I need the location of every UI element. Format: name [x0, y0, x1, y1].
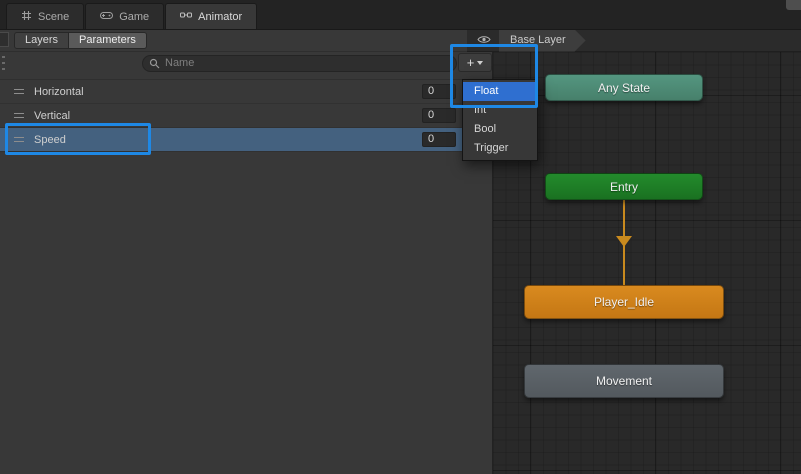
parameter-search [142, 55, 457, 72]
parameter-name: Speed [34, 134, 66, 146]
parameters-toggle-button[interactable]: Parameters [69, 32, 147, 49]
transition-arrowhead-icon [616, 236, 632, 247]
node-player-idle[interactable]: Player_Idle [524, 285, 724, 319]
tab-game-label: Game [119, 11, 149, 23]
parameters-panel: + Horizontal 0 Vertical 0 Speed 0 [0, 52, 493, 474]
node-movement[interactable]: Movement [524, 364, 724, 398]
tab-game[interactable]: Game [85, 3, 164, 29]
parameter-value-field[interactable]: 0 [422, 108, 456, 123]
parameter-name: Horizontal [34, 86, 84, 98]
parameter-list: Horizontal 0 Vertical 0 Speed 0 [0, 79, 493, 152]
node-entry[interactable]: Entry [545, 173, 703, 200]
menu-item-bool[interactable]: Bool [463, 120, 537, 139]
parameter-name: Vertical [34, 110, 70, 122]
drag-handle-icon[interactable] [14, 113, 24, 118]
parameter-row-horizontal[interactable]: Horizontal 0 [0, 80, 493, 104]
state-machine-canvas[interactable]: Any State Entry Player_Idle Movement [493, 52, 801, 474]
parameter-row-speed[interactable]: Speed 0 [0, 128, 493, 152]
eye-icon [477, 35, 491, 47]
window-corner-button[interactable] [786, 0, 801, 10]
dropdown-arrow-icon [477, 61, 483, 65]
node-any-state[interactable]: Any State [545, 74, 703, 101]
drag-handle-icon[interactable] [14, 137, 24, 142]
animator-statemachine-icon [180, 10, 192, 23]
tab-animator-label: Animator [198, 11, 242, 23]
scene-grid-icon [21, 10, 32, 24]
gamepad-icon [100, 11, 113, 23]
graph-breadcrumb-bar: Base Layer [467, 30, 801, 52]
tab-scene-label: Scene [38, 11, 69, 23]
add-parameter-button[interactable]: + [458, 53, 492, 72]
parameter-row-vertical[interactable]: Vertical 0 [0, 104, 493, 128]
layers-toggle-button[interactable]: Layers [14, 32, 69, 49]
layer-visibility-button[interactable] [473, 32, 495, 50]
dock-drag-dots-icon[interactable] [2, 56, 5, 72]
search-input[interactable] [142, 55, 457, 72]
parameter-value-field[interactable]: 0 [422, 132, 456, 147]
menu-item-trigger[interactable]: Trigger [463, 139, 537, 158]
menu-item-float[interactable]: Float [463, 82, 537, 101]
unity-animator-window: Scene Game Animator Layers Parameters Ba… [0, 0, 801, 474]
drag-handle-icon[interactable] [14, 89, 24, 94]
plus-icon: + [467, 56, 475, 69]
editor-tab-bar: Scene Game Animator [0, 0, 801, 30]
menu-item-int[interactable]: Int [463, 101, 537, 120]
breadcrumb-base-layer[interactable]: Base Layer [499, 30, 586, 52]
parameter-type-menu: Float Int Bool Trigger [462, 79, 538, 161]
parameter-value-field[interactable]: 0 [422, 84, 456, 99]
tab-scene[interactable]: Scene [6, 3, 84, 29]
animator-toolbar: Layers Parameters [0, 30, 467, 52]
dock-edge-tab[interactable] [0, 32, 9, 47]
tab-animator[interactable]: Animator [165, 3, 257, 29]
